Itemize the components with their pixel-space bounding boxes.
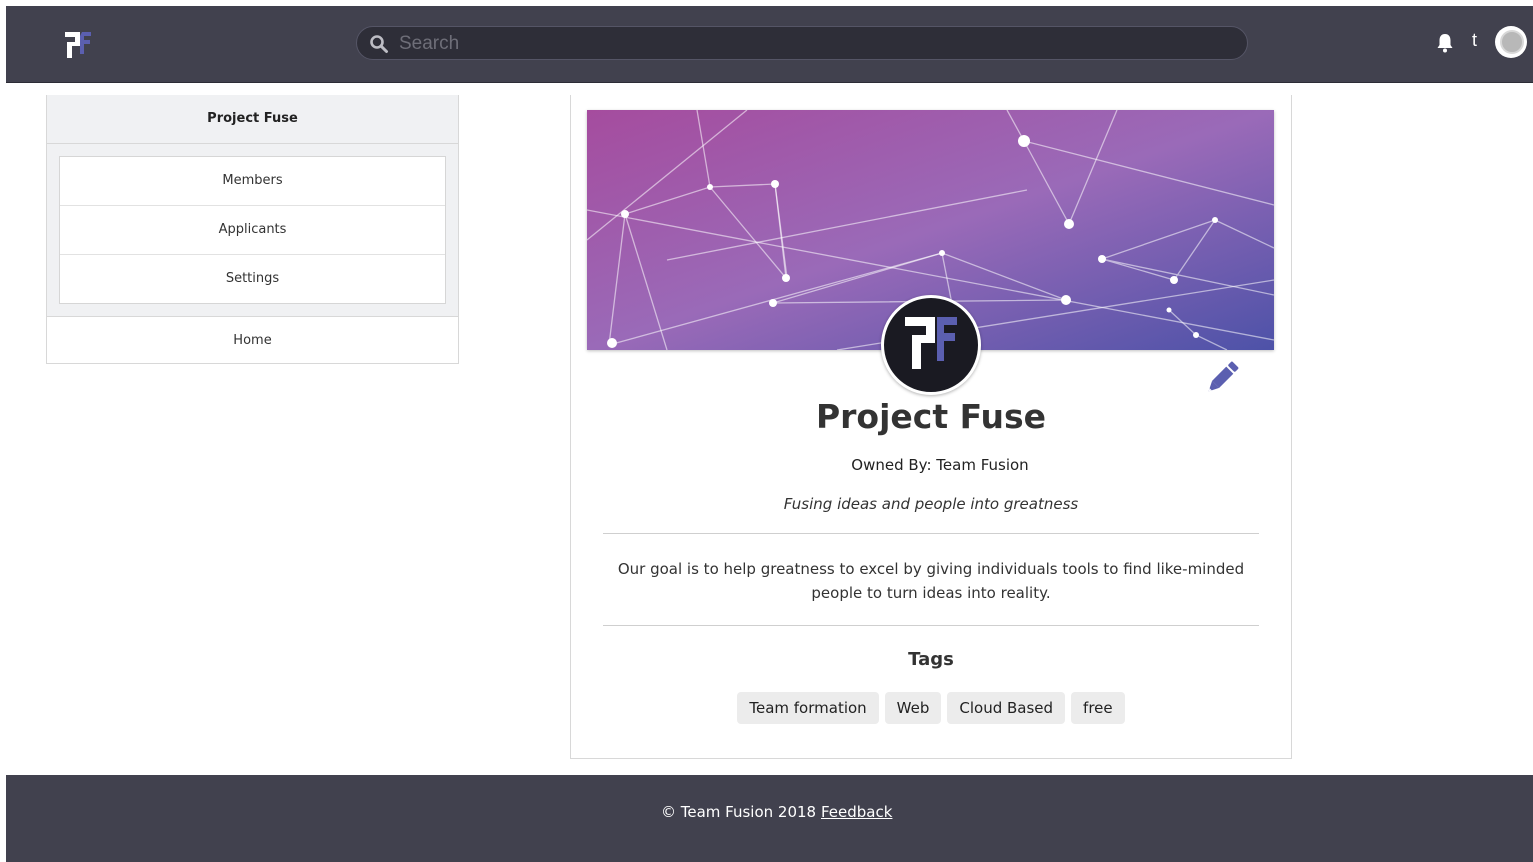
tag-chip[interactable]: Cloud Based	[947, 692, 1066, 724]
sidebar-item-members[interactable]: Members	[60, 157, 445, 206]
sidebar-title: Project Fuse	[47, 95, 458, 144]
project-sidebar: Project Fuse Members Applicants Settings…	[46, 95, 459, 364]
feedback-link[interactable]: Feedback	[821, 803, 892, 821]
divider	[603, 625, 1259, 626]
tag-chip[interactable]: free	[1071, 692, 1125, 724]
sidebar-item-settings[interactable]: Settings	[60, 255, 445, 303]
tag-chip[interactable]: Team formation	[737, 692, 879, 724]
page-footer: © Team Fusion 2018 Feedback	[6, 775, 1533, 862]
project-logo-icon	[881, 295, 981, 395]
project-description: Our goal is to help greatness to excel b…	[617, 560, 1245, 602]
avatar[interactable]	[1495, 26, 1527, 58]
footer-copyright: © Team Fusion 2018	[661, 803, 817, 821]
project-title: Project Fuse	[815, 397, 1047, 436]
divider	[603, 533, 1259, 534]
search-input[interactable]	[397, 27, 1241, 61]
bell-icon[interactable]	[1435, 32, 1455, 54]
project-tagline: Fusing ideas and people into greatness	[783, 495, 1079, 513]
brand-logo-icon[interactable]	[62, 28, 94, 64]
search-icon	[370, 35, 388, 53]
tag-list: Team formation Web Cloud Based free	[571, 692, 1291, 724]
project-owner: Owned By: Team Fusion	[851, 456, 1029, 474]
search-bar[interactable]	[356, 26, 1248, 61]
user-initial[interactable]: t	[1472, 30, 1477, 51]
top-navbar: t	[6, 6, 1533, 83]
tags-heading: Tags	[908, 649, 954, 670]
sidebar-item-home[interactable]: Home	[47, 317, 458, 365]
project-card: Project Fuse Owned By: Team Fusion Fusin…	[570, 95, 1292, 759]
sidebar-list: Members Applicants Settings	[59, 156, 446, 304]
avatar-placeholder-icon	[1500, 30, 1524, 54]
pencil-icon[interactable]	[1201, 357, 1243, 399]
sidebar-item-applicants[interactable]: Applicants	[60, 206, 445, 255]
tag-chip[interactable]: Web	[884, 692, 942, 724]
sidebar-group: Members Applicants Settings	[47, 144, 458, 317]
